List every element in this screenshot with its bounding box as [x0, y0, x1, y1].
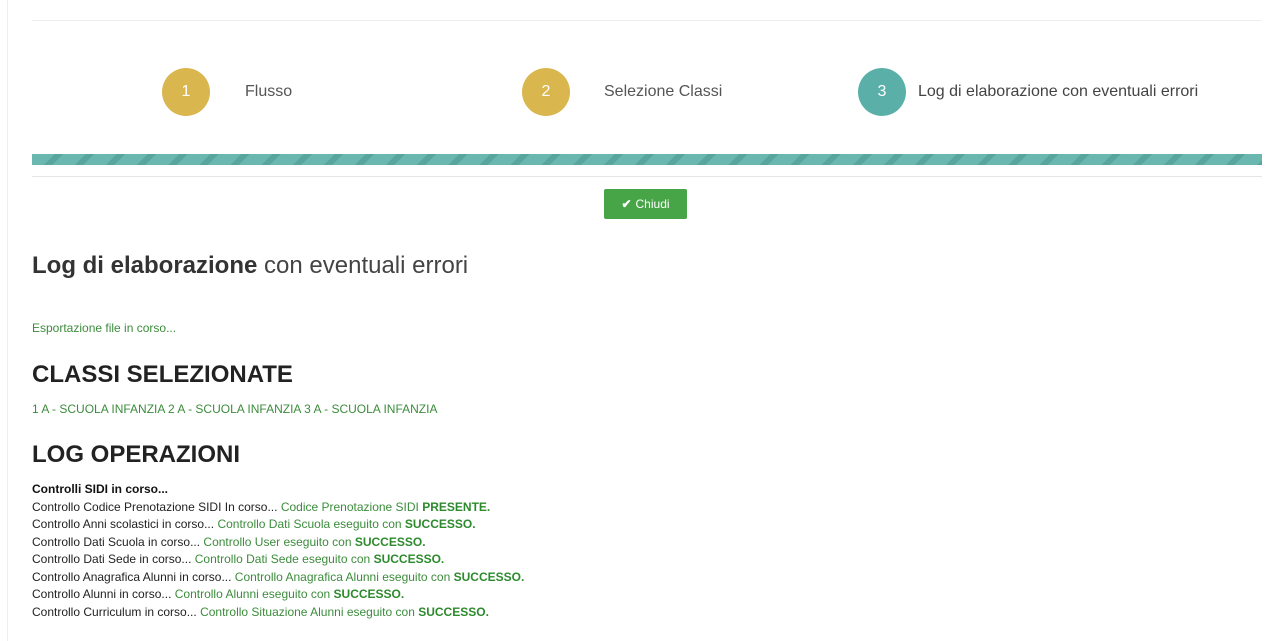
log-status: SUCCESSO.: [354, 534, 426, 549]
step-number-badge: 2: [522, 68, 570, 116]
log-action: Controllo Dati Scuola in corso...: [32, 534, 201, 549]
log-action: Controllo Dati Sede in corso...: [32, 552, 192, 566]
page-title-bold: Log di elaborazione: [32, 252, 258, 279]
page-left-border: [7, 0, 8, 641]
log-status: SUCCESSO.: [418, 604, 489, 619]
log-action: Controllo Anni scolastici in corso...: [32, 517, 215, 531]
log-action: Controllo Anagrafica Alunni in corso...: [32, 569, 232, 584]
step-number-badge: 3: [858, 68, 906, 116]
log-subheading: Controlli SIDI in corso...: [32, 482, 169, 496]
close-button[interactable]: ✔ Chiudi: [604, 189, 687, 219]
wizard-bottom-divider: [32, 176, 1262, 177]
wizard-progress-bar: [32, 154, 1262, 165]
close-button-label: Chiudi: [635, 197, 670, 211]
log-line: Controllo Curriculum in corso... Control…: [32, 604, 524, 622]
log-status: SUCCESSO.: [373, 552, 445, 566]
export-status: Esportazione file in corso...: [32, 321, 177, 335]
wizard-step-flusso[interactable]: 1 Flusso: [162, 68, 292, 116]
log-result: Controllo Situazione Alunni eseguito con: [200, 604, 415, 619]
log-line: Controllo Codice Prenotazione SIDI In co…: [32, 499, 524, 517]
wizard-step-log-elaborazione[interactable]: 3 Log di elaborazione con eventuali erro…: [858, 68, 1198, 116]
wizard-steps: 1 Flusso 2 Selezione Classi 3 Log di ela…: [32, 0, 1262, 180]
check-icon: ✔: [621, 197, 632, 211]
log-operations: Controlli SIDI in corso... Controllo Cod…: [32, 481, 524, 621]
log-action: Controllo Alunni in corso...: [32, 587, 172, 601]
page-title-rest: con eventuali errori: [264, 252, 469, 279]
step-label: Log di elaborazione con eventuali errori: [918, 83, 1199, 100]
classi-heading: CLASSI SELEZIONATE: [32, 361, 293, 388]
step-number-badge: 1: [162, 68, 210, 116]
log-result: Controllo Anagrafica Alunni eseguito con: [234, 569, 451, 584]
log-line: Controllo Alunni in corso... Controllo A…: [32, 586, 524, 604]
log-line: Controllo Anagrafica Alunni in corso... …: [32, 569, 524, 587]
log-line: Controllo Dati Scuola in corso... Contro…: [32, 534, 524, 552]
log-result: Controllo Dati Scuola eseguito con: [217, 517, 402, 531]
page-title: Log di elaborazione con eventuali errori: [32, 252, 468, 280]
log-result: Controllo Alunni eseguito con: [174, 587, 331, 601]
log-status: SUCCESSO.: [453, 569, 525, 584]
step-label: Flusso: [245, 83, 293, 100]
log-line: Controllo Anni scolastici in corso... Co…: [32, 516, 524, 534]
log-action: Controllo Codice Prenotazione SIDI In co…: [32, 499, 278, 514]
log-status: SUCCESSO.: [333, 587, 405, 601]
log-line: Controllo Dati Sede in corso... Controll…: [32, 551, 524, 569]
selected-classes-list: 1 A - SCUOLA INFANZIA 2 A - SCUOLA INFAN…: [32, 402, 438, 416]
log-status: PRESENTE.: [422, 499, 491, 514]
log-heading: LOG OPERAZIONI: [32, 441, 241, 468]
log-result: Codice Prenotazione SIDI: [280, 499, 419, 514]
log-result: Controllo Dati Sede eseguito con: [194, 552, 371, 566]
log-result: Controllo User eseguito con: [203, 534, 352, 549]
step-label: Selezione Classi: [604, 83, 723, 100]
wizard-step-selezione-classi[interactable]: 2 Selezione Classi: [522, 68, 722, 116]
log-action: Controllo Curriculum in corso...: [32, 604, 197, 619]
log-status: SUCCESSO.: [404, 517, 476, 531]
